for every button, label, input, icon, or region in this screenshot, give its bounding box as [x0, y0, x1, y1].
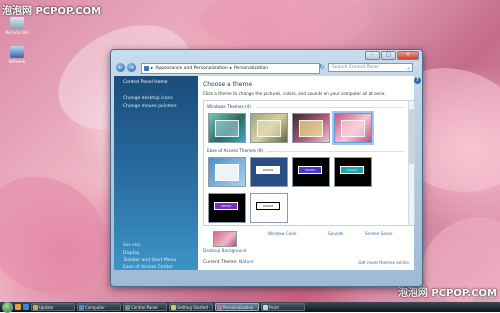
theme-window-preview — [341, 120, 365, 137]
current-theme: Current Theme: Nature — [203, 260, 254, 265]
paint-icon — [263, 305, 268, 310]
os-label: Windows 7 — [473, 295, 496, 300]
theme-window-preview — [215, 164, 239, 181]
search-placeholder: Search Control Panel — [332, 65, 379, 70]
gallery-scrollbar[interactable] — [408, 101, 414, 225]
desktop-background-thumbnail[interactable] — [213, 231, 237, 247]
update-icon — [33, 305, 38, 310]
breadcrumb-personalization[interactable]: Personalization — [234, 66, 268, 71]
desktop-icon-recycle-bin[interactable]: Recycle Bin — [2, 17, 32, 35]
watermark-top: 泡泡网 PCPOP.COM — [2, 6, 102, 17]
group-divider — [256, 107, 404, 108]
main-content: Choose a theme Click a theme to change t… — [198, 76, 415, 270]
get-more-themes-link[interactable]: Get more themes online — [358, 260, 409, 265]
ease-theme-thumb-6[interactable]: XXXXX — [250, 193, 288, 223]
control-panel-icon — [144, 66, 149, 71]
taskbar-item-label: Paint — [269, 305, 279, 310]
ease-of-access-link[interactable]: Ease of Access Center — [123, 265, 173, 270]
breadcrumb-separator: ▸ — [229, 66, 232, 71]
desktop-icon-label: Network — [8, 59, 26, 64]
search-input[interactable]: Search Control Panel ⌕ — [328, 63, 413, 72]
current-theme-label: Current Theme: — [203, 260, 238, 265]
explorer-quicklaunch-icon[interactable] — [15, 304, 21, 310]
see-also-heading: See also — [123, 242, 141, 247]
browser-quicklaunch-icon[interactable] — [23, 304, 29, 310]
control-panel-icon — [125, 305, 130, 310]
taskbar-item-label: Update — [39, 305, 54, 310]
taskbar-item-update[interactable]: Update — [31, 303, 75, 311]
navigation-bar: ← → ▸ Appearance and Personalization ▸ P… — [114, 62, 419, 74]
forward-button[interactable]: → — [127, 63, 136, 72]
theme-window-preview: XXXXX — [298, 166, 322, 174]
theme-window-preview: XXXXX — [214, 202, 238, 210]
getting-started-icon — [171, 305, 176, 310]
theme-thumb-4-selected[interactable] — [334, 113, 372, 143]
taskbar: Update Computer Control Panel Getting St… — [0, 301, 500, 313]
theme-window-preview — [257, 120, 281, 137]
taskbar-item-getting-started[interactable]: Getting Started — [169, 303, 213, 311]
theme-thumb-3[interactable] — [292, 113, 330, 143]
change-mouse-pointers-link[interactable]: Change mouse pointers — [123, 104, 177, 109]
control-panel-home-link[interactable]: Control Panel Home — [123, 80, 168, 85]
group-divider — [266, 151, 404, 152]
ease-theme-thumb-4[interactable]: XXXXX — [334, 157, 372, 187]
taskbar-item-computer[interactable]: Computer — [77, 303, 121, 311]
minimize-button[interactable]: – — [365, 51, 380, 60]
wallpaper-petal — [200, 0, 370, 50]
taskbar-item-label: Computer — [85, 305, 105, 310]
close-button[interactable]: ✕ — [397, 51, 419, 60]
personalization-icon — [217, 305, 222, 310]
maximize-button[interactable]: □ — [381, 51, 396, 60]
ease-theme-thumb-3[interactable]: XXXXX — [292, 157, 330, 187]
ease-theme-thumb-1[interactable] — [208, 157, 246, 187]
address-bar[interactable]: ▸ Appearance and Personalization ▸ Perso… — [141, 63, 320, 74]
task-pane: Control Panel Home Change desktop icons … — [114, 76, 198, 270]
ease-themes-label: Ease of Access Themes (6) — [207, 148, 264, 153]
breadcrumb-separator: ▸ — [151, 66, 154, 71]
desktop-background-link[interactable]: Desktop Background — [203, 248, 247, 253]
theme-gallery: Windows Themes (4) Ease of Access Themes… — [203, 100, 415, 226]
current-theme-value: Nature — [238, 260, 254, 265]
display-link[interactable]: Display — [123, 251, 140, 256]
recycle-bin-icon — [10, 17, 24, 29]
theme-window-preview — [215, 120, 239, 137]
back-button[interactable]: ← — [116, 63, 125, 72]
breadcrumb-appearance[interactable]: Appearance and Personalization — [155, 66, 227, 71]
theme-thumb-2[interactable] — [250, 113, 288, 143]
computer-icon — [79, 305, 84, 310]
start-button[interactable] — [2, 301, 13, 313]
ease-theme-thumb-2[interactable]: XXXXX — [250, 157, 288, 187]
sounds-link[interactable]: Sounds — [328, 231, 343, 236]
window-color-link[interactable]: Window Color — [268, 231, 297, 236]
ease-theme-thumb-5[interactable]: XXXXX — [208, 193, 246, 223]
taskbar-start-menu-link[interactable]: Taskbar and Start Menu — [123, 258, 176, 263]
screen-saver-link[interactable]: Screen Saver — [365, 231, 393, 236]
taskbar-item-label: Control Panel — [131, 305, 158, 310]
taskbar-item-paint[interactable]: Paint — [261, 303, 305, 311]
network-icon — [10, 46, 24, 58]
search-icon[interactable]: ⌕ — [407, 65, 410, 73]
theme-thumb-1[interactable] — [208, 113, 246, 143]
refresh-icon[interactable]: ↻ — [319, 63, 328, 72]
help-icon[interactable]: ? — [414, 77, 421, 84]
page-title: Choose a theme — [203, 81, 253, 88]
page-description: Click a theme to change the pictures, co… — [203, 91, 386, 96]
theme-window-preview — [299, 120, 323, 137]
desktop-icon-network[interactable]: Network — [2, 46, 32, 64]
change-desktop-icons-link[interactable]: Change desktop icons — [123, 96, 173, 101]
theme-window-preview: XXXXX — [256, 202, 280, 210]
taskbar-item-personalization[interactable]: Personalization — [215, 303, 259, 311]
taskbar-item-control-panel[interactable]: Control Panel — [123, 303, 167, 311]
theme-window-preview: XXXXX — [340, 166, 364, 174]
taskbar-item-label: Getting Started — [177, 305, 208, 310]
desktop-icon-label: Recycle Bin — [5, 30, 29, 35]
windows-themes-label: Windows Themes (4) — [207, 104, 251, 109]
scrollbar-thumb[interactable] — [409, 109, 414, 164]
window-controls: – □ ✕ — [365, 51, 419, 60]
taskbar-item-label: Personalization — [223, 305, 254, 310]
personalization-window: – □ ✕ ← → ▸ Appearance and Personalizati… — [110, 49, 423, 287]
theme-window-preview: XXXXX — [256, 166, 280, 174]
